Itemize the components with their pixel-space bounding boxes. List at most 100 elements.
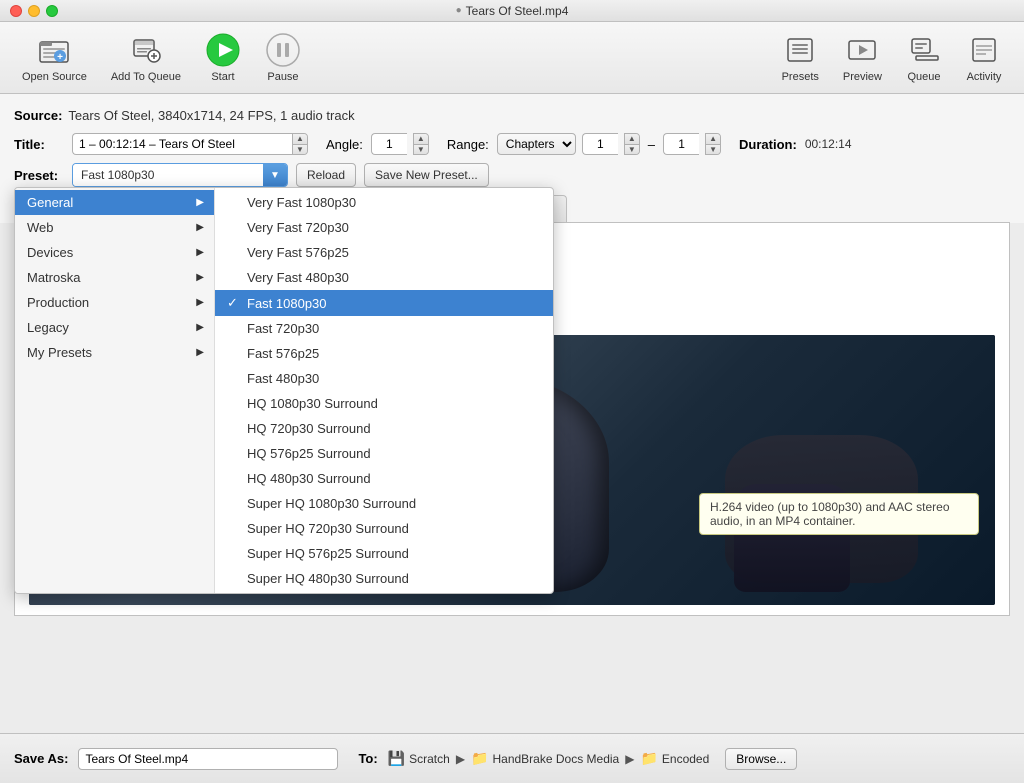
dropdown-item-hq1080s[interactable]: HQ 1080p30 Surround xyxy=(215,391,553,416)
dropdown-item-shq480s[interactable]: Super HQ 480p30 Surround xyxy=(215,566,553,591)
preset-dropdown: General▶Web▶ Devices ▶ Matroska ▶ Production ▶… xyxy=(14,187,554,594)
close-button[interactable] xyxy=(10,5,22,17)
item-label-hq1080s: HQ 1080p30 Surround xyxy=(247,396,378,411)
category-production[interactable]: Production ▶ xyxy=(15,290,214,315)
category-arrow-web: ▶ xyxy=(196,222,204,233)
dropdown-item-f480[interactable]: Fast 480p30 xyxy=(215,366,553,391)
dropdown-item-hq480s[interactable]: HQ 480p30 Surround xyxy=(215,466,553,491)
info-tooltip: H.264 video (up to 1080p30) and AAC ster… xyxy=(699,493,979,535)
dropdown-item-vf720[interactable]: Very Fast 720p30 xyxy=(215,215,553,240)
start-button[interactable]: Start xyxy=(193,26,253,89)
toolbar: + Open Source Add To Queue Start xyxy=(0,22,1024,94)
path-wrap: 💾 Scratch ▶ 📁 HandBrake Docs Media ▶ 📁 E… xyxy=(388,750,710,767)
category-arrow-devices: ▶ xyxy=(196,247,204,258)
dropdown-item-shq720s[interactable]: Super HQ 720p30 Surround xyxy=(215,516,553,541)
svg-text:+: + xyxy=(57,52,63,63)
category-devices[interactable]: Devices ▶ xyxy=(15,240,214,265)
range-from-stepper-down[interactable]: ▼ xyxy=(625,145,639,155)
presets-button[interactable]: Presets xyxy=(770,26,831,89)
angle-input[interactable] xyxy=(371,133,407,155)
title-stepper[interactable]: ▲ ▼ xyxy=(292,133,308,155)
activity-label: Activity xyxy=(967,71,1002,83)
add-to-queue-button[interactable]: Add To Queue xyxy=(99,26,193,89)
range-from-stepper-up[interactable]: ▲ xyxy=(625,134,639,145)
reload-button[interactable]: Reload xyxy=(296,163,356,187)
path-sep-1: ▶ xyxy=(456,752,465,766)
item-label-hq480s: HQ 480p30 Surround xyxy=(247,471,371,486)
category-arrow-production: ▶ xyxy=(196,297,204,308)
preview-button[interactable]: Preview xyxy=(831,26,894,89)
category-label-production: Production xyxy=(27,295,89,310)
dropdown-item-vf1080[interactable]: Very Fast 1080p30 xyxy=(215,190,553,215)
save-preset-button[interactable]: Save New Preset... xyxy=(364,163,489,187)
path-handbrake-media: HandBrake Docs Media xyxy=(492,752,619,766)
category-legacy[interactable]: Legacy▶ xyxy=(15,315,214,340)
start-icon xyxy=(205,32,241,68)
title-stepper-down[interactable]: ▼ xyxy=(293,145,307,155)
title-dot: ● xyxy=(456,5,462,16)
range-to-input[interactable] xyxy=(663,133,699,155)
item-label-vf1080: Very Fast 1080p30 xyxy=(247,195,356,210)
presets-label: Presets xyxy=(782,71,819,83)
dropdown-item-vf576[interactable]: Very Fast 576p25 xyxy=(215,240,553,265)
dropdown-item-f720[interactable]: Fast 720p30 xyxy=(215,316,553,341)
range-from-stepper[interactable]: ▲ ▼ xyxy=(624,133,640,155)
start-label: Start xyxy=(211,71,234,83)
category-arrow-matroska: ▶ xyxy=(196,272,204,283)
preset-dropdown-arrow[interactable]: ▼ xyxy=(263,164,287,186)
preset-select-wrap[interactable]: ▼ xyxy=(72,163,288,187)
category-mypresets[interactable]: My Presets▶ xyxy=(15,340,214,365)
dropdown-items: Very Fast 1080p30Very Fast 720p30Very Fa… xyxy=(215,188,553,593)
category-matroska[interactable]: Matroska ▶ xyxy=(15,265,214,290)
dropdown-item-vf480[interactable]: Very Fast 480p30 xyxy=(215,265,553,290)
folder-icon-2: 📁 xyxy=(640,750,657,767)
window-title-text: Tears Of Steel.mp4 xyxy=(466,4,569,18)
pause-label: Pause xyxy=(267,71,298,83)
item-label-vf480: Very Fast 480p30 xyxy=(247,270,349,285)
angle-stepper-up[interactable]: ▲ xyxy=(414,134,428,145)
title-label: Title: xyxy=(14,137,64,152)
open-source-button[interactable]: + Open Source xyxy=(10,26,99,89)
title-input[interactable] xyxy=(72,133,292,155)
pause-icon xyxy=(265,32,301,68)
duration-value: 00:12:14 xyxy=(805,137,852,151)
dropdown-item-hq720s[interactable]: HQ 720p30 Surround xyxy=(215,416,553,441)
range-to-stepper-up[interactable]: ▲ xyxy=(706,134,720,145)
category-arrow-legacy: ▶ xyxy=(196,322,204,333)
toolbar-right: Presets Preview Queue xyxy=(770,26,1014,89)
minimize-button[interactable] xyxy=(28,5,40,17)
queue-button[interactable]: Queue xyxy=(894,26,954,89)
category-arrow-mypresets: ▶ xyxy=(196,347,204,358)
range-from-input[interactable] xyxy=(582,133,618,155)
maximize-button[interactable] xyxy=(46,5,58,17)
range-select[interactable]: Chapters Seconds Frames xyxy=(497,133,576,155)
range-to-stepper-down[interactable]: ▼ xyxy=(706,145,720,155)
dropdown-item-shq576s[interactable]: Super HQ 576p25 Surround xyxy=(215,541,553,566)
dropdown-item-shq1080s[interactable]: Super HQ 1080p30 Surround xyxy=(215,491,553,516)
browse-button[interactable]: Browse... xyxy=(725,748,797,770)
category-web[interactable]: Web▶ xyxy=(15,215,214,240)
main-content: Source: Tears Of Steel, 3840x1714, 24 FP… xyxy=(0,94,1024,195)
activity-button[interactable]: Activity xyxy=(954,26,1014,89)
dropdown-categories: General▶Web▶ Devices ▶ Matroska ▶ Production ▶… xyxy=(15,188,215,593)
item-label-shq1080s: Super HQ 1080p30 Surround xyxy=(247,496,416,511)
category-general[interactable]: General▶ xyxy=(15,190,214,215)
pause-button[interactable]: Pause xyxy=(253,26,313,89)
angle-stepper[interactable]: ▲ ▼ xyxy=(413,133,429,155)
save-as-input[interactable] xyxy=(78,748,338,770)
path-encoded: Encoded xyxy=(662,752,709,766)
category-label-matroska: Matroska xyxy=(27,270,80,285)
checkmark-f1080: ✓ xyxy=(227,295,241,311)
item-label-f1080: Fast 1080p30 xyxy=(247,296,327,311)
preset-input[interactable] xyxy=(73,164,263,186)
window-title: ● Tears Of Steel.mp4 xyxy=(456,4,569,18)
range-wrap: Chapters Seconds Frames ▲ ▼ – ▲ ▼ xyxy=(497,133,721,155)
category-label-devices: Devices xyxy=(27,245,73,260)
range-to-stepper[interactable]: ▲ ▼ xyxy=(705,133,721,155)
angle-stepper-down[interactable]: ▼ xyxy=(414,145,428,155)
title-stepper-up[interactable]: ▲ xyxy=(293,134,307,145)
dropdown-item-f1080[interactable]: ✓ Fast 1080p30 xyxy=(215,290,553,316)
item-label-f720: Fast 720p30 xyxy=(247,321,319,336)
dropdown-item-hq576s[interactable]: HQ 576p25 Surround xyxy=(215,441,553,466)
dropdown-item-f576[interactable]: Fast 576p25 xyxy=(215,341,553,366)
